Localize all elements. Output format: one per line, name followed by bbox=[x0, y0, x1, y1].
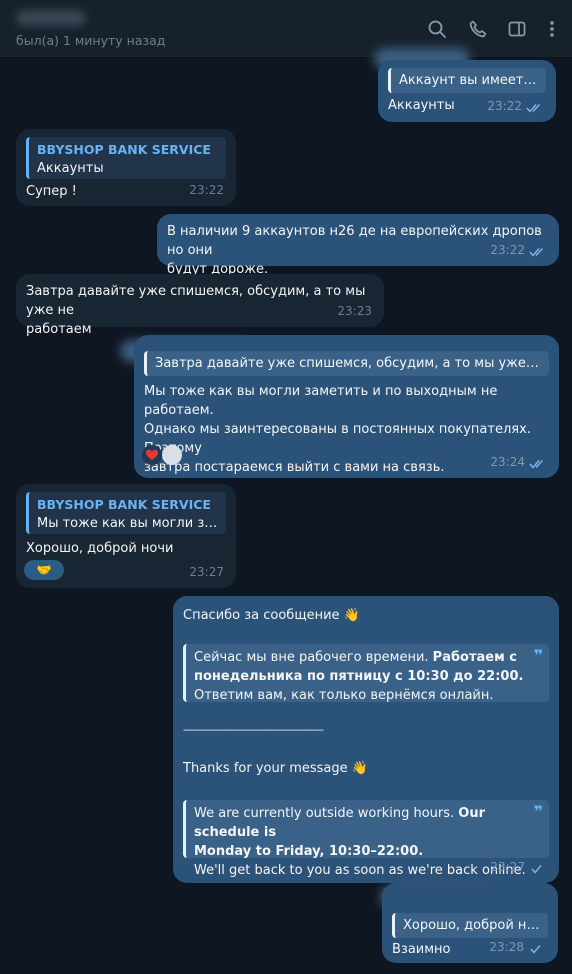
blockquote-en: ❞ We are currently outside working hours… bbox=[183, 800, 549, 878]
text-en-1a: We are currently outside working hours. bbox=[194, 806, 459, 821]
text-en-2: Monday to Friday, 10:30–22:00. bbox=[194, 844, 424, 859]
message-bubble-outgoing[interactable]: В наличии 9 аккаунтов н26 де на европейс… bbox=[157, 214, 559, 277]
reply-quote-text: Аккаунты bbox=[37, 161, 104, 176]
message-bubble-outgoing[interactable]: Аккаунт вы имеете вв... Аккаунты 23:22 bbox=[378, 60, 556, 122]
text-ru-1a: Сейчас мы вне рабочего времени. bbox=[194, 650, 433, 665]
message-bubble-incoming[interactable]: BBYSHOP BANK SERVICE Аккаунты Супер ! 23… bbox=[16, 129, 236, 206]
message-bubble-outgoing[interactable]: Хорошо, доброй ночи Взаимно 23:28 bbox=[382, 883, 558, 963]
double-check-icon bbox=[529, 459, 544, 469]
double-check-icon bbox=[526, 103, 541, 113]
message-time: 23:22 bbox=[189, 183, 224, 197]
reactor-avatar bbox=[162, 445, 182, 465]
check-icon bbox=[530, 945, 541, 954]
more-icon[interactable] bbox=[542, 19, 562, 39]
phone-icon[interactable] bbox=[468, 19, 488, 39]
reply-quote-sender: BBYSHOP BANK SERVICE bbox=[37, 142, 211, 157]
reply-quote-sender: BBYSHOP BANK SERVICE bbox=[37, 497, 211, 512]
message-text-line: Мы тоже как вы могли заметить и по выход… bbox=[144, 384, 498, 418]
message-bubble-incoming[interactable]: BBYSHOP BANK SERVICE Мы тоже как вы могл… bbox=[16, 484, 236, 588]
text-ru-1b: Работаем с bbox=[432, 650, 517, 665]
search-icon[interactable] bbox=[427, 19, 447, 39]
greeting-ru: Спасибо за сообщение 👋 bbox=[183, 608, 360, 623]
last-seen-status: был(а) 1 минуту назад bbox=[16, 33, 166, 48]
message-text: Хорошо, доброй ночи bbox=[26, 541, 174, 556]
message-text: Взаимно bbox=[392, 942, 451, 957]
reply-quote-text: Мы тоже как вы могли зам... bbox=[37, 516, 218, 531]
message-time: 23:23 bbox=[337, 304, 372, 318]
message-time: 23:27 bbox=[189, 565, 224, 579]
message-time: 23:28 bbox=[489, 940, 524, 954]
reply-quote[interactable]: BBYSHOP BANK SERVICE Аккаунты bbox=[26, 137, 226, 179]
message-time: 23:24 bbox=[490, 455, 525, 469]
double-check-icon bbox=[529, 247, 544, 257]
text-en-3: We'll get back to you as soon as we're b… bbox=[194, 863, 526, 878]
message-text-line: Однако мы заинтересованы в постоянных по… bbox=[144, 422, 531, 456]
text-ru-3: Ответим вам, как только вернёмся онлайн. bbox=[194, 688, 494, 703]
chat-header: был(а) 1 минуту назад bbox=[0, 0, 572, 58]
reply-quote[interactable]: Аккаунт вы имеете вв... bbox=[388, 68, 546, 93]
message-text: Аккаунты bbox=[388, 98, 455, 113]
message-time: 23:22 bbox=[487, 99, 522, 113]
heart-reaction[interactable] bbox=[142, 445, 162, 465]
message-bubble-incoming[interactable]: Завтра давайте уже спишемся, обсудим, а … bbox=[16, 274, 384, 337]
sidebar-icon[interactable] bbox=[507, 19, 527, 39]
reply-quote[interactable]: Хорошо, доброй ночи bbox=[392, 913, 548, 938]
message-time: 23:22 bbox=[490, 243, 525, 257]
message-bubble-outgoing[interactable]: Завтра давайте уже спишемся, обсудим, а … bbox=[134, 335, 559, 478]
blockquote-ru: ❞ Сейчас мы вне рабочего времени. Работа… bbox=[183, 644, 549, 703]
text-ru-2: понедельника по пятницу с 10:30 до 22:00… bbox=[194, 669, 524, 684]
contact-name-blurred[interactable] bbox=[16, 10, 86, 26]
auto-reply-message[interactable]: Спасибо за сообщение 👋 ❞ Сейчас мы вне р… bbox=[173, 596, 559, 883]
message-time: 23:27 bbox=[490, 860, 525, 874]
message-list[interactable]: Аккаунт вы имеете вв... Аккаунты 23:22 B… bbox=[0, 48, 572, 974]
message-text-line: Завтра давайте уже спишемся, обсудим, а … bbox=[26, 284, 366, 318]
quote-mark-icon: ❞ bbox=[533, 646, 543, 665]
reply-quote[interactable]: BBYSHOP BANK SERVICE Мы тоже как вы могл… bbox=[26, 492, 226, 534]
check-icon bbox=[531, 865, 542, 874]
quote-mark-icon: ❞ bbox=[533, 802, 543, 821]
reply-quote[interactable]: Завтра давайте уже спишемся, обсудим, а … bbox=[144, 351, 549, 376]
greeting-en: Thanks for your message 👋 bbox=[183, 761, 368, 776]
divider-line: —————————————— bbox=[183, 723, 324, 736]
message-text-line: завтра постараемся выйти с вами на связь… bbox=[144, 460, 445, 475]
handshake-reaction[interactable]: 🤝 bbox=[24, 560, 64, 580]
